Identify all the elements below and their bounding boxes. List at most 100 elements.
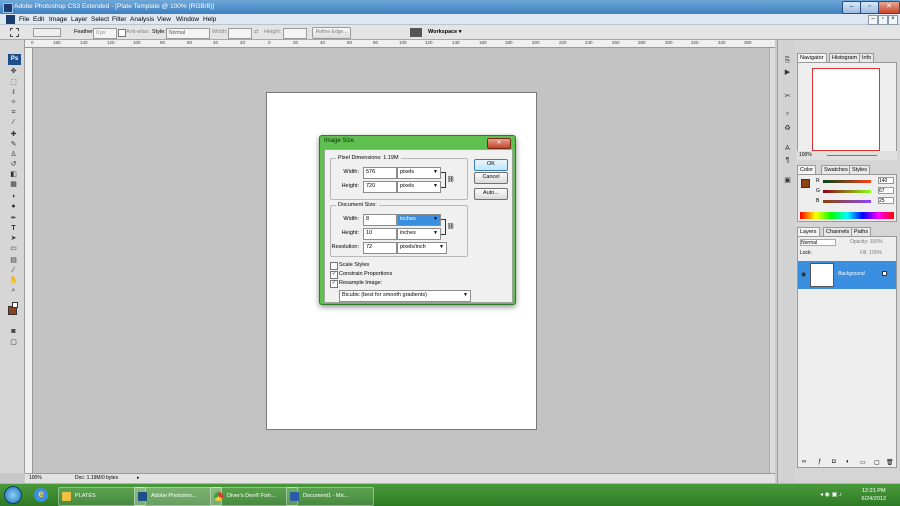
ie-icon[interactable]: e xyxy=(34,488,48,502)
menu-analysis[interactable]: Analysis xyxy=(130,14,154,25)
blur-tool-icon[interactable]: ◖ xyxy=(8,192,19,201)
magic-wand-icon[interactable]: ✧ xyxy=(8,98,19,107)
zoom-tool-icon[interactable]: ⌕ xyxy=(8,286,19,295)
crop-tool-icon[interactable]: ⌗ xyxy=(8,108,19,117)
clone-stamp-icon[interactable]: ♙ xyxy=(8,150,19,159)
menu-help[interactable]: Help xyxy=(203,14,216,25)
doc-size[interactable]: Doc: 1.19M/0 bytes xyxy=(75,474,118,483)
doc-restore-button[interactable]: ▫ xyxy=(878,15,888,25)
brushes-panel-icon[interactable]: ♆ xyxy=(782,110,793,119)
feather-input[interactable]: 0 px xyxy=(93,28,117,39)
navigator-thumbnail[interactable] xyxy=(812,68,880,151)
taskbar-plates[interactable]: PLATES xyxy=(58,487,146,506)
channel-g-slider[interactable] xyxy=(823,190,871,193)
tray-icons[interactable]: ◂ ◉ ▣ ♪ xyxy=(820,491,842,498)
pen-tool-icon[interactable]: ✒ xyxy=(8,214,19,223)
brush-tool-icon[interactable]: ✎ xyxy=(8,140,19,149)
layer-style-icon[interactable]: ƒ xyxy=(818,459,821,465)
clock[interactable]: 12:21 PM 6/24/2012 xyxy=(862,487,886,503)
color-fg-swatch[interactable] xyxy=(801,179,810,188)
eraser-tool-icon[interactable]: ◧ xyxy=(8,170,19,179)
swap-icon[interactable]: ⇄ xyxy=(254,29,259,35)
resample-method-select[interactable]: Bicubic (best for smooth gradients) ▼ xyxy=(339,290,471,302)
notes-tool-icon[interactable]: ▤ xyxy=(8,256,19,265)
menu-layer[interactable]: Layer xyxy=(71,14,87,25)
dialog-close-button[interactable]: ✕ xyxy=(487,138,511,149)
doc-width-input[interactable]: 8 xyxy=(363,214,397,226)
doc-width-unit-select[interactable]: inches ▼ xyxy=(397,214,441,226)
opacity-field[interactable]: Opacity: 100% xyxy=(850,239,883,245)
style-select[interactable]: Normal xyxy=(166,28,210,39)
menu-edit[interactable]: Edit xyxy=(33,14,44,25)
adjustment-layer-icon[interactable]: ◐ xyxy=(846,459,850,465)
menu-window[interactable]: Window xyxy=(176,14,199,25)
vertical-scrollbar[interactable] xyxy=(769,48,775,473)
character-panel-icon[interactable]: A xyxy=(782,144,793,153)
resolution-input[interactable]: 72 xyxy=(363,242,397,254)
start-button[interactable] xyxy=(4,486,22,504)
quick-mask-icon[interactable]: ◙ xyxy=(8,327,19,336)
blend-mode-select[interactable]: Normal xyxy=(800,239,836,246)
zoom-level[interactable]: 100% xyxy=(29,474,42,483)
hand-tool-icon[interactable]: ✋ xyxy=(8,276,19,285)
doc-height-input[interactable]: 10 xyxy=(363,228,397,240)
gradient-tool-icon[interactable]: ▦ xyxy=(8,180,19,189)
maximize-button[interactable]: ▫ xyxy=(860,1,879,14)
layer-row-background[interactable]: ◉ Background xyxy=(798,261,896,289)
width-input[interactable] xyxy=(228,28,252,39)
link-layers-icon[interactable]: ∞ xyxy=(802,459,806,465)
constrain-checkbox[interactable]: ✓ xyxy=(330,271,338,279)
navigator-zoom[interactable]: 100% xyxy=(799,152,812,158)
channel-b-value[interactable]: 25 xyxy=(878,197,894,204)
height-input[interactable] xyxy=(283,28,307,39)
type-tool-icon[interactable]: T xyxy=(8,224,19,233)
scale-styles-checkbox[interactable] xyxy=(330,262,338,270)
channel-g-value[interactable]: 67 xyxy=(878,187,894,194)
menu-filter[interactable]: Filter xyxy=(112,14,126,25)
eyedropper-icon[interactable]: ⁄ xyxy=(8,266,19,275)
mask-icon[interactable]: ◘ xyxy=(832,459,836,465)
px-height-unit-select[interactable]: pixels ▼ xyxy=(397,181,441,193)
status-arrow-icon[interactable]: ▸ xyxy=(137,474,140,483)
resolution-unit-select[interactable]: pixels/inch ▼ xyxy=(397,242,447,254)
group-icon[interactable]: ▭ xyxy=(860,459,866,466)
menu-image[interactable]: Image xyxy=(49,14,67,25)
channel-b-slider[interactable] xyxy=(823,200,871,203)
ps-menu-icon[interactable] xyxy=(6,15,15,24)
menu-view[interactable]: View xyxy=(157,14,171,25)
antialias-checkbox[interactable] xyxy=(118,29,126,37)
px-height-input[interactable]: 720 xyxy=(363,181,397,193)
paragraph-panel-icon[interactable]: ¶ xyxy=(782,156,793,165)
px-width-unit-select[interactable]: pixels ▼ xyxy=(397,167,441,179)
minimize-button[interactable]: – xyxy=(842,1,861,14)
background-color-swatch[interactable] xyxy=(12,302,18,308)
layer-comps-icon[interactable]: ▣ xyxy=(782,176,793,185)
taskbar-word[interactable]: Document1 - Mic... xyxy=(286,487,374,506)
refine-edge-button[interactable]: Refine Edge... xyxy=(312,27,351,39)
tool-presets-icon[interactable]: ✂ xyxy=(782,92,793,101)
new-layer-icon[interactable]: ▢ xyxy=(874,459,880,466)
menu-select[interactable]: Select xyxy=(91,14,109,25)
channel-r-slider[interactable] xyxy=(823,180,871,183)
auto-button[interactable]: Auto... xyxy=(474,188,508,200)
clone-source-icon[interactable]: ♻ xyxy=(782,124,793,133)
slice-tool-icon[interactable]: ⁄ xyxy=(8,118,19,127)
doc-close-button[interactable]: × xyxy=(888,15,898,25)
shape-tool-icon[interactable]: ▭ xyxy=(8,244,19,253)
doc-minimize-button[interactable]: – xyxy=(868,15,878,25)
cancel-button[interactable]: Cancel xyxy=(474,172,508,184)
healing-brush-icon[interactable]: ✚ xyxy=(8,130,19,139)
ok-button[interactable]: OK xyxy=(474,159,508,171)
move-tool-icon[interactable]: ✥ xyxy=(8,67,19,76)
marquee-tool-icon[interactable] xyxy=(10,28,19,37)
px-width-input[interactable]: 576 xyxy=(363,167,397,179)
path-select-icon[interactable]: ➤ xyxy=(8,234,19,243)
zoom-slider[interactable] xyxy=(827,155,877,156)
visibility-eye-icon[interactable]: ◉ xyxy=(801,271,806,278)
taskbar-photoshop[interactable]: Adobe Photosho... xyxy=(134,487,222,506)
doc-height-unit-select[interactable]: inches ▼ xyxy=(397,228,441,240)
marquee-tool-icon[interactable]: ⬚ xyxy=(8,78,19,87)
workspace-button[interactable]: Workspace ▾ xyxy=(428,29,462,35)
history-panel-icon[interactable]: ⎘ xyxy=(782,56,793,65)
screen-mode-icon[interactable]: ▢ xyxy=(8,338,19,347)
